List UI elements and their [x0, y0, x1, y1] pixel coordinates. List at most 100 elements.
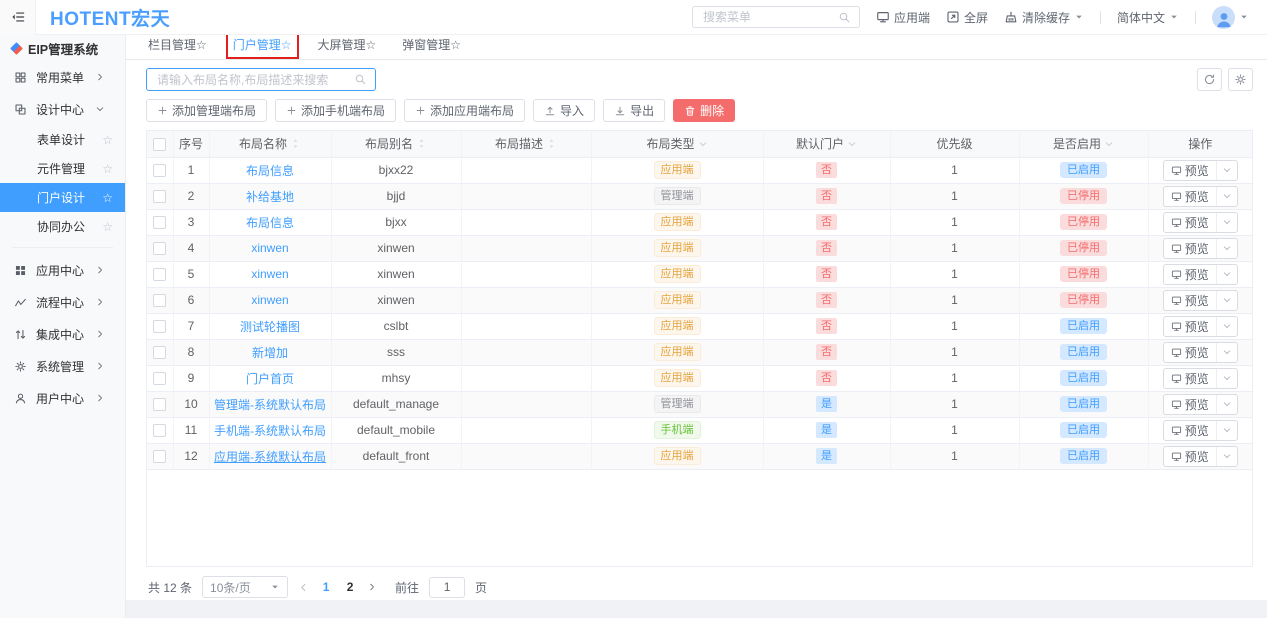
sidebar-item-user-center[interactable]: 用户中心: [0, 382, 125, 414]
preview-button[interactable]: 预览: [1164, 395, 1216, 414]
column-header-alias[interactable]: 布局别名: [331, 131, 461, 157]
sidebar-item-design-center[interactable]: 设计中心: [0, 93, 125, 125]
tab-screen-manage[interactable]: 大屏管理☆: [318, 36, 377, 59]
tab-portal-manage[interactable]: 门户管理☆: [233, 36, 292, 59]
column-settings-button[interactable]: [1228, 68, 1253, 91]
goto-page-input[interactable]: [429, 577, 465, 598]
column-header-enabled[interactable]: 是否启用: [1019, 131, 1148, 157]
row-checkbox[interactable]: [153, 450, 166, 463]
row-checkbox[interactable]: [153, 242, 166, 255]
preview-button[interactable]: 预览: [1164, 239, 1216, 258]
prev-page-button[interactable]: [298, 582, 309, 593]
page-number-1[interactable]: 1: [319, 580, 333, 594]
star-icon[interactable]: ☆: [102, 162, 113, 176]
sort-icon[interactable]: [416, 138, 427, 149]
layout-search-input[interactable]: [155, 72, 354, 88]
select-all-checkbox[interactable]: [153, 138, 166, 151]
more-actions-button[interactable]: [1216, 187, 1237, 206]
layout-name-link[interactable]: 补给基地: [246, 190, 294, 204]
layout-name-link[interactable]: 手机端-系统默认布局: [214, 424, 326, 438]
more-actions-button[interactable]: [1216, 395, 1237, 414]
layout-search-box[interactable]: [146, 68, 376, 91]
preview-button[interactable]: 预览: [1164, 343, 1216, 362]
more-actions-button[interactable]: [1216, 265, 1237, 284]
column-header-default[interactable]: 默认门户: [763, 131, 890, 157]
refresh-button[interactable]: [1197, 68, 1222, 91]
preview-button[interactable]: 预览: [1164, 265, 1216, 284]
preview-button[interactable]: 预览: [1164, 447, 1216, 466]
layout-name-link[interactable]: 布局信息: [246, 164, 294, 178]
sidebar-subitem-form-design[interactable]: 表单设计☆: [0, 125, 125, 154]
filter-caret-icon[interactable]: [1104, 139, 1114, 149]
clear-cache-button[interactable]: 清除缓存: [1004, 9, 1084, 26]
client-entry-button[interactable]: 应用端: [876, 9, 930, 26]
add-mobile-layout-button[interactable]: 添加手机端布局: [275, 99, 396, 122]
sidebar-item-common-menu[interactable]: 常用菜单: [0, 61, 125, 93]
sidebar-item-flow-center[interactable]: 流程中心: [0, 286, 125, 318]
preview-button[interactable]: 预览: [1164, 161, 1216, 180]
row-checkbox[interactable]: [153, 398, 166, 411]
tab-popup-manage[interactable]: 弹窗管理☆: [402, 36, 461, 59]
sidebar-collapse-button[interactable]: [0, 0, 36, 35]
more-actions-button[interactable]: [1216, 447, 1237, 466]
more-actions-button[interactable]: [1216, 343, 1237, 362]
preview-button[interactable]: 预览: [1164, 421, 1216, 440]
fullscreen-button[interactable]: 全屏: [946, 9, 988, 26]
more-actions-button[interactable]: [1216, 369, 1237, 388]
row-checkbox[interactable]: [153, 294, 166, 307]
row-checkbox[interactable]: [153, 190, 166, 203]
add-front-layout-button[interactable]: 添加应用端布局: [404, 99, 525, 122]
sidebar-item-app-center[interactable]: 应用中心: [0, 254, 125, 286]
row-checkbox[interactable]: [153, 320, 166, 333]
filter-caret-icon[interactable]: [847, 139, 857, 149]
more-actions-button[interactable]: [1216, 421, 1237, 440]
layout-name-link[interactable]: xinwen: [251, 293, 288, 307]
menu-search-input[interactable]: [701, 9, 838, 25]
next-page-button[interactable]: [367, 582, 377, 592]
layout-name-link[interactable]: 门户首页: [246, 372, 294, 386]
sort-icon[interactable]: [546, 138, 557, 149]
tab-column-manage[interactable]: 栏目管理☆: [148, 36, 207, 59]
menu-search-box[interactable]: [692, 6, 860, 28]
delete-button[interactable]: 删除: [673, 99, 735, 122]
user-menu[interactable]: [1212, 6, 1249, 29]
preview-button[interactable]: 预览: [1164, 369, 1216, 388]
column-header-desc[interactable]: 布局描述: [461, 131, 591, 157]
more-actions-button[interactable]: [1216, 161, 1237, 180]
row-checkbox[interactable]: [153, 216, 166, 229]
more-actions-button[interactable]: [1216, 213, 1237, 232]
preview-button[interactable]: 预览: [1164, 213, 1216, 232]
row-checkbox[interactable]: [153, 372, 166, 385]
page-size-select[interactable]: 10条/页: [202, 576, 288, 598]
preview-button[interactable]: 预览: [1164, 291, 1216, 310]
layout-name-link[interactable]: 应用端-系统默认布局: [214, 450, 326, 464]
add-manage-layout-button[interactable]: 添加管理端布局: [146, 99, 267, 122]
layout-name-link[interactable]: 布局信息: [246, 216, 294, 230]
filter-caret-icon[interactable]: [698, 139, 708, 149]
sidebar-subitem-component-manage[interactable]: 元件管理☆: [0, 154, 125, 183]
page-number-2[interactable]: 2: [343, 580, 357, 594]
sidebar-subitem-collab-office[interactable]: 协同办公☆: [0, 212, 125, 241]
layout-name-link[interactable]: xinwen: [251, 241, 288, 255]
language-selector[interactable]: 简体中文: [1117, 9, 1179, 26]
more-actions-button[interactable]: [1216, 291, 1237, 310]
preview-button[interactable]: 预览: [1164, 187, 1216, 206]
star-icon[interactable]: ☆: [102, 133, 113, 147]
more-actions-button[interactable]: [1216, 317, 1237, 336]
sidebar-item-system-manage[interactable]: 系统管理: [0, 350, 125, 382]
layout-name-link[interactable]: xinwen: [251, 267, 288, 281]
row-checkbox[interactable]: [153, 346, 166, 359]
layout-name-link[interactable]: 测试轮播图: [240, 320, 300, 334]
column-header-type[interactable]: 布局类型: [591, 131, 763, 157]
column-header-name[interactable]: 布局名称: [209, 131, 331, 157]
sidebar-subitem-portal-design[interactable]: 门户设计☆: [0, 183, 125, 212]
layout-name-link[interactable]: 新增加: [252, 346, 288, 360]
preview-button[interactable]: 预览: [1164, 317, 1216, 336]
row-checkbox[interactable]: [153, 424, 166, 437]
more-actions-button[interactable]: [1216, 239, 1237, 258]
row-checkbox[interactable]: [153, 164, 166, 177]
layout-name-link[interactable]: 管理端-系统默认布局: [214, 398, 326, 412]
row-checkbox[interactable]: [153, 268, 166, 281]
star-icon[interactable]: ☆: [102, 220, 113, 234]
sort-icon[interactable]: [290, 138, 301, 149]
